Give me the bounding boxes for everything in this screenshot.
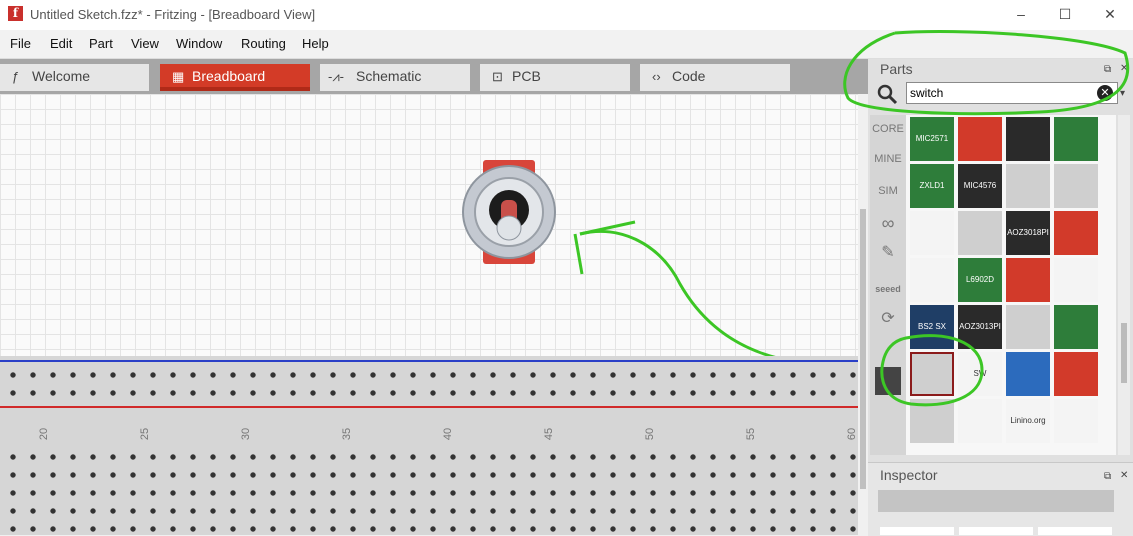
tab-welcome[interactable]: ƒ Welcome bbox=[0, 64, 149, 91]
bin-core[interactable]: CORE bbox=[870, 115, 906, 143]
row-number: 40 bbox=[442, 427, 455, 441]
part-tile[interactable]: MIC2571 bbox=[910, 117, 954, 161]
row-number: 35 bbox=[341, 427, 354, 441]
part-tile[interactable] bbox=[1006, 164, 1050, 208]
row-number: 20 bbox=[38, 427, 51, 441]
row-number: 55 bbox=[745, 427, 758, 441]
part-tile[interactable] bbox=[1054, 399, 1098, 443]
welcome-icon: ƒ bbox=[12, 69, 20, 84]
part-tile[interactable] bbox=[1006, 305, 1050, 349]
row-number: 45 bbox=[543, 427, 556, 441]
part-tile[interactable] bbox=[910, 211, 954, 255]
toggle-switch-part[interactable] bbox=[455, 158, 567, 266]
undock-icon[interactable]: ⧉ bbox=[1104, 471, 1111, 482]
bin-arduino-icon[interactable]: ∞ bbox=[870, 209, 906, 237]
menu-routing[interactable]: Routing bbox=[241, 36, 286, 51]
part-tile[interactable] bbox=[1054, 211, 1098, 255]
pcb-icon: ⊡ bbox=[492, 69, 503, 84]
breadboard-canvas[interactable]: 20 25 30 35 40 45 50 55 60 bbox=[0, 94, 858, 535]
maximize-button[interactable]: ☐ bbox=[1053, 4, 1077, 24]
menu-edit[interactable]: Edit bbox=[50, 36, 72, 51]
bin-sparkfun-icon[interactable]: ✎ bbox=[870, 239, 906, 267]
inspector-view-tile bbox=[959, 527, 1033, 535]
part-tile[interactable] bbox=[1054, 117, 1098, 161]
part-tile[interactable] bbox=[1006, 258, 1050, 302]
tab-breadboard[interactable]: ▦ Breadboard bbox=[160, 64, 310, 91]
close-button[interactable]: ✕ bbox=[1098, 4, 1122, 24]
bin-sim[interactable]: SIM bbox=[870, 177, 906, 205]
row-number: 25 bbox=[139, 427, 152, 441]
fritzing-logo-icon: f bbox=[8, 6, 23, 21]
parts-scrollbar[interactable] bbox=[1118, 115, 1130, 455]
tab-label: Breadboard bbox=[192, 68, 266, 84]
part-tile[interactable]: MIC4576 bbox=[958, 164, 1002, 208]
power-rail-negative bbox=[0, 360, 858, 362]
tab-label: Welcome bbox=[32, 68, 91, 84]
row-number: 30 bbox=[240, 427, 253, 441]
breadboard-icon: ▦ bbox=[172, 69, 185, 84]
part-tile[interactable]: AOZ3018PI bbox=[1006, 211, 1050, 255]
part-tile[interactable] bbox=[1054, 258, 1098, 302]
part-tile[interactable] bbox=[958, 211, 1002, 255]
menu-file[interactable]: File bbox=[10, 36, 31, 51]
part-tile[interactable] bbox=[1054, 305, 1098, 349]
part-tile[interactable]: ZXLD1 bbox=[910, 164, 954, 208]
breadboard-holes bbox=[0, 448, 858, 535]
bin-search-results-icon[interactable]: ⟳ bbox=[870, 305, 906, 333]
part-tile[interactable] bbox=[1006, 352, 1050, 396]
part-tile[interactable] bbox=[1054, 352, 1098, 396]
part-tile[interactable]: L6902D bbox=[958, 258, 1002, 302]
schematic-icon: -⩘- bbox=[328, 69, 344, 84]
scrollbar-thumb[interactable] bbox=[860, 209, 866, 489]
menu-window[interactable]: Window bbox=[176, 36, 222, 51]
row-number: 50 bbox=[644, 427, 657, 441]
title-bar: f Untitled Sketch.fzz* - Fritzing - [Bre… bbox=[0, 0, 1133, 30]
menu-help[interactable]: Help bbox=[302, 36, 329, 51]
power-rail-positive bbox=[0, 406, 858, 408]
inspector-title-field bbox=[878, 490, 1114, 512]
inspector-view-tile bbox=[880, 527, 954, 535]
inspector-view-tile bbox=[1038, 527, 1112, 535]
menu-view[interactable]: View bbox=[131, 36, 159, 51]
part-tile[interactable]: Linino.org bbox=[1006, 399, 1050, 443]
window-title: Untitled Sketch.fzz* - Fritzing - [Bread… bbox=[30, 7, 316, 22]
part-tile[interactable] bbox=[958, 117, 1002, 161]
tab-code[interactable]: ‹› Code bbox=[640, 64, 790, 91]
annotation-circle-part bbox=[880, 334, 984, 407]
annotation-circle-search bbox=[843, 30, 1130, 116]
breadboard[interactable]: 20 25 30 35 40 45 50 55 60 bbox=[0, 356, 858, 535]
tab-pcb[interactable]: ⊡ PCB bbox=[480, 64, 630, 91]
canvas-scrollbar[interactable] bbox=[858, 94, 868, 535]
view-tab-bar: ƒ Welcome ▦ Breadboard -⩘- Schematic ⊡ P… bbox=[0, 59, 868, 94]
code-icon: ‹› bbox=[652, 69, 661, 84]
tab-label: PCB bbox=[512, 68, 541, 84]
part-tile[interactable] bbox=[1006, 117, 1050, 161]
menu-part[interactable]: Part bbox=[89, 36, 113, 51]
part-tile[interactable] bbox=[1054, 164, 1098, 208]
bin-seeed[interactable]: seeed bbox=[870, 275, 906, 303]
tab-label: Code bbox=[672, 68, 706, 84]
rail-holes bbox=[0, 366, 858, 402]
row-number: 60 bbox=[846, 427, 858, 441]
close-panel-icon[interactable]: ✕ bbox=[1120, 470, 1128, 481]
scrollbar-thumb[interactable] bbox=[1121, 323, 1127, 383]
minimize-button[interactable]: – bbox=[1009, 4, 1033, 24]
inspector-title: Inspector bbox=[880, 467, 938, 483]
tab-schematic[interactable]: -⩘- Schematic bbox=[320, 64, 470, 91]
bin-mine[interactable]: MINE bbox=[870, 145, 906, 173]
tab-label: Schematic bbox=[356, 68, 422, 84]
part-tile[interactable] bbox=[910, 258, 954, 302]
